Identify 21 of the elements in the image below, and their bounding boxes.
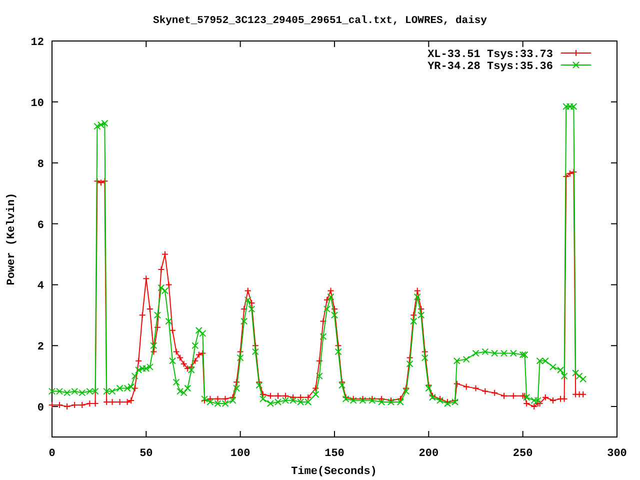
y-tick-label: 0 [37, 402, 44, 415]
x-tick-label: 150 [324, 448, 344, 460]
y-tick-label: 2 [37, 342, 44, 354]
x-tick-label: 250 [512, 448, 533, 460]
y-axis-label: Power (Kelvin) [6, 192, 18, 286]
legend-label: XL-33.51 Tsys:33.73 [428, 49, 553, 61]
legend-sample [560, 62, 592, 68]
y-tick-label: 8 [37, 158, 44, 171]
x-tick-label: 50 [140, 448, 153, 460]
legend-label: YR-34.28 Tsys:35.36 [428, 61, 553, 73]
x-tick-label: 0 [48, 448, 56, 460]
x-tick-label: 200 [418, 448, 439, 460]
chart-title: Skynet_57952_3C123_29405_29651_cal.txt, LOWRES, daisy [153, 15, 487, 27]
y-tick-label: 10 [30, 98, 44, 110]
x-tick-label: 100 [230, 448, 250, 460]
y-tick-label: 12 [30, 37, 44, 49]
y-tick-label: 4 [37, 280, 44, 293]
x-axis-label: Time(Seconds) [291, 466, 377, 478]
x-tick-label: 300 [607, 448, 627, 460]
legend-sample [560, 50, 592, 56]
y-tick-label: 6 [37, 220, 44, 232]
